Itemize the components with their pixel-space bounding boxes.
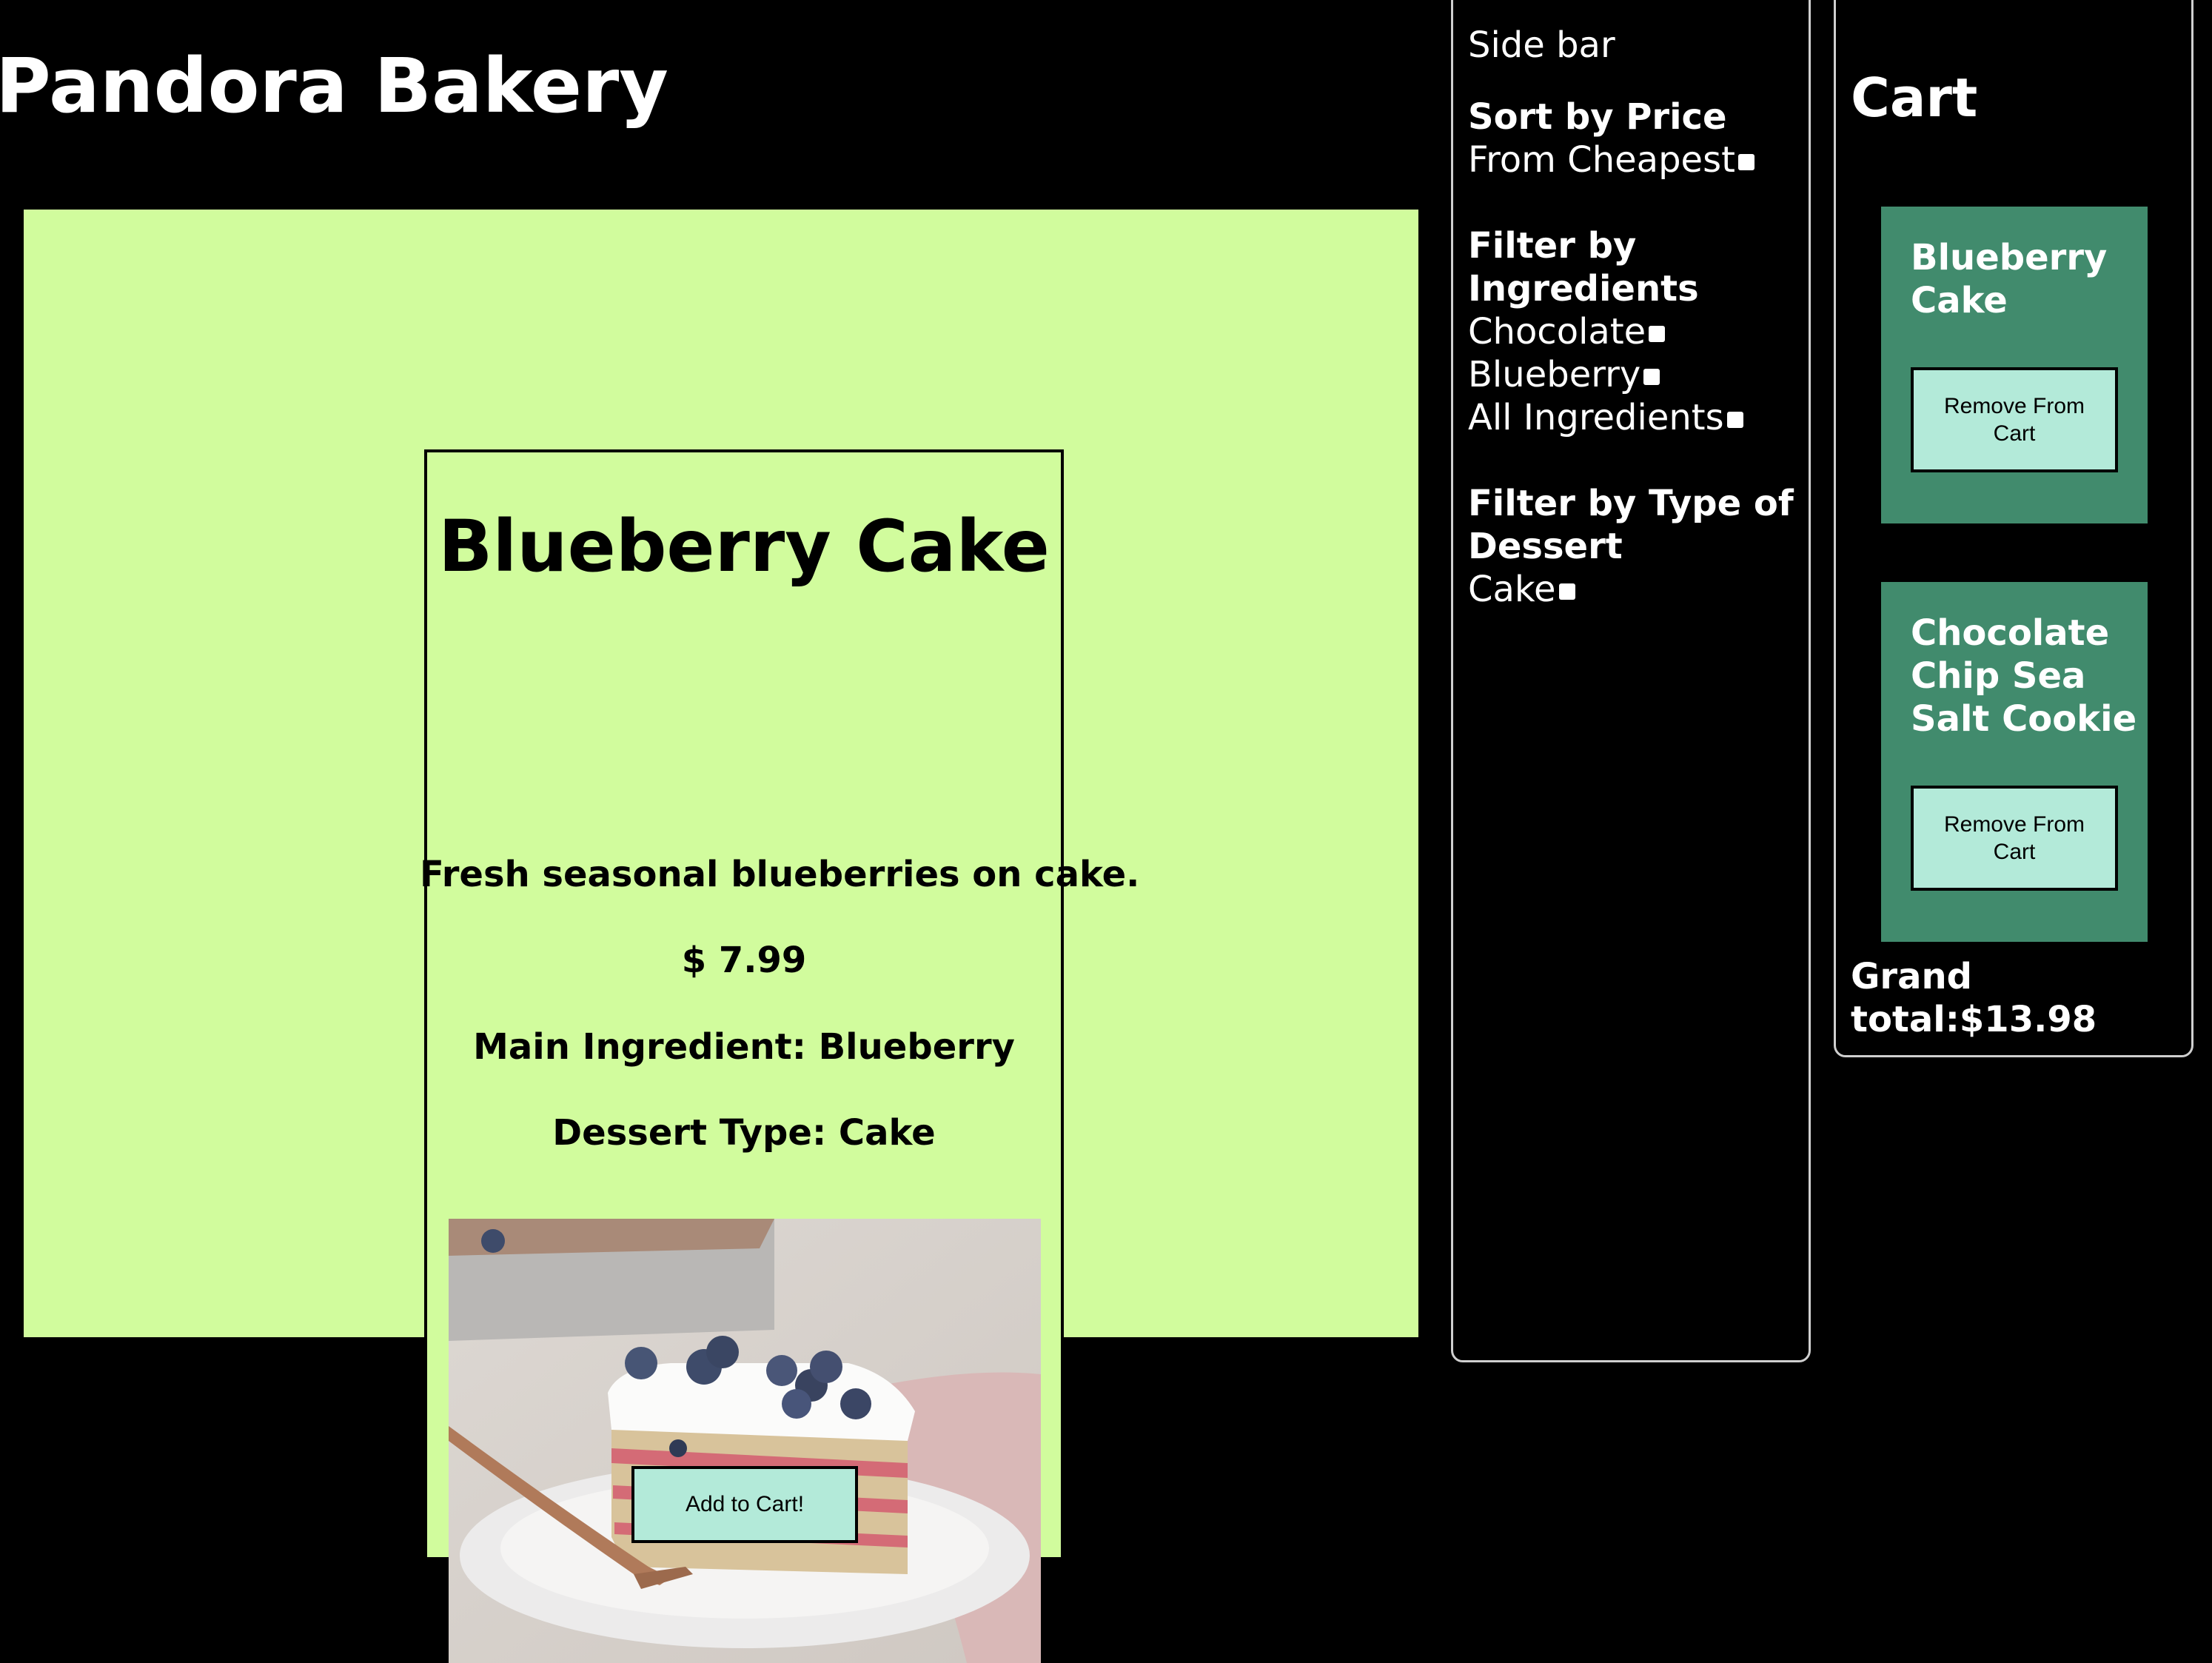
cart-item-name: Chocolate Chip Sea Salt Cookie bbox=[1911, 612, 2137, 740]
add-to-cart-button[interactable]: Add to Cart! bbox=[631, 1466, 858, 1543]
remove-from-cart-button[interactable]: Remove From Cart bbox=[1911, 367, 2118, 472]
type-heading-line1: Filter by Type of bbox=[1468, 483, 1794, 524]
filter-blueberry-checkbox[interactable] bbox=[1643, 369, 1660, 385]
product-list-area: Blueberry Cake Fresh seasonal blueberrie… bbox=[24, 210, 1418, 1663]
filter-all-ingredients-checkbox[interactable] bbox=[1726, 412, 1743, 428]
cart-item-name: Blueberry Cake bbox=[1911, 237, 2108, 321]
filter-blueberry-option[interactable]: Blueberry bbox=[1468, 353, 1660, 396]
cart-title: Cart bbox=[1851, 67, 1978, 129]
filter-blueberry-label: Blueberry bbox=[1468, 354, 1641, 395]
cart-item: Chocolate Chip Sea Salt Cookie Remove Fr… bbox=[1881, 582, 2148, 942]
product-description: Fresh seasonal blueberries on cake. bbox=[420, 854, 1140, 895]
sidebar-label: Side bar bbox=[1468, 24, 1615, 66]
cart-item: Blueberry Cake Remove From Cart bbox=[1881, 207, 2148, 523]
remove-from-cart-button[interactable]: Remove From Cart bbox=[1911, 786, 2118, 891]
type-heading-line2: Dessert bbox=[1468, 526, 1623, 567]
sort-cheapest-label: From Cheapest bbox=[1468, 139, 1735, 181]
filter-chocolate-label: Chocolate bbox=[1468, 311, 1646, 352]
cart-panel: Cart Blueberry Cake Remove From Cart Cho… bbox=[1834, 0, 2193, 1057]
sort-heading: Sort by Price bbox=[1468, 96, 1727, 138]
product-price: $ 7.99 bbox=[681, 940, 807, 981]
filter-cake-option[interactable]: Cake bbox=[1468, 568, 1575, 611]
filter-chocolate-checkbox[interactable] bbox=[1649, 326, 1666, 342]
sort-cheapest-option[interactable]: From Cheapest bbox=[1468, 138, 1754, 181]
filter-all-ingredients-label: All Ingredients bbox=[1468, 397, 1724, 438]
page-title: Pandora Bakery bbox=[0, 42, 668, 130]
filter-cake-label: Cake bbox=[1468, 569, 1556, 610]
sidebar: Side bar Sort by Price From Cheapest Fil… bbox=[1451, 0, 1811, 1362]
ingredients-heading-line1: Filter by bbox=[1468, 225, 1637, 267]
product-main-ingredient: Main Ingredient: Blueberry bbox=[473, 1026, 1015, 1068]
product-card: Blueberry Cake Fresh seasonal blueberrie… bbox=[420, 449, 1139, 1663]
product-name: Blueberry Cake bbox=[438, 505, 1050, 588]
blueberry-cake-photo bbox=[449, 1219, 1041, 1663]
filter-all-ingredients-option[interactable]: All Ingredients bbox=[1468, 396, 1743, 439]
product-dessert-type: Dessert Type: Cake bbox=[552, 1112, 936, 1154]
ingredients-heading-line2: Ingredients bbox=[1468, 268, 1699, 309]
filter-chocolate-option[interactable]: Chocolate bbox=[1468, 310, 1666, 353]
sort-cheapest-checkbox[interactable] bbox=[1737, 154, 1754, 170]
filter-cake-checkbox[interactable] bbox=[1558, 583, 1575, 600]
grand-total: Grand total:$13.98 bbox=[1851, 956, 2097, 1040]
product-image bbox=[449, 1219, 1041, 1663]
